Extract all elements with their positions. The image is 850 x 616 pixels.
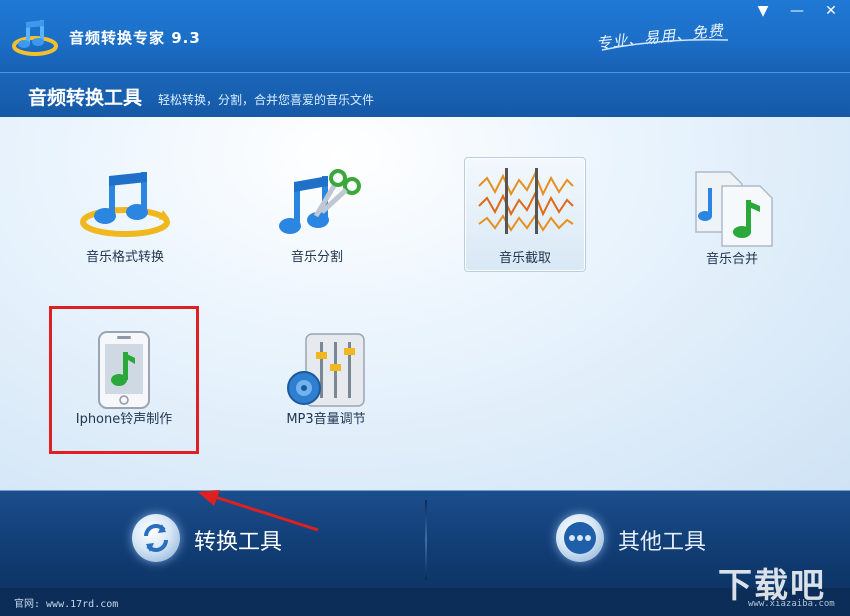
music-split-icon — [279, 169, 361, 234]
website-link[interactable]: 官网: www.17rd.com — [14, 595, 118, 610]
menu-button[interactable]: ▼ — [752, 2, 774, 20]
other-tools-label: 其他工具 — [618, 530, 707, 555]
slogan-swoosh-icon — [601, 38, 729, 51]
mp3-volume-icon — [287, 333, 365, 407]
other-tools-button[interactable]: 其他工具 — [556, 508, 736, 572]
tool-music-format-convert[interactable]: 音乐格式转换 — [65, 160, 185, 280]
music-merge-icon — [695, 171, 773, 247]
tool-label: 音乐截取 — [498, 251, 551, 266]
tool-label: MP3音量调节 — [286, 412, 366, 427]
section-header: 音频转换工具 轻松转换，分割，合并您喜爱的音乐文件 — [0, 72, 850, 118]
watermark-url: www.xiazaiba.com — [748, 599, 835, 609]
tool-label: 音乐合并 — [705, 252, 758, 267]
app-logo-icon — [12, 20, 58, 56]
minimize-button[interactable]: — — [786, 2, 808, 20]
title-bar: 音频转换专家 9.3 专业、易用、免费 ▼ — ✕ — [0, 0, 850, 72]
app-title: 音频转换专家 9.3 — [69, 29, 201, 47]
refresh-icon — [132, 514, 180, 562]
section-title: 音频转换工具 — [28, 87, 143, 109]
bottom-nav-divider — [425, 500, 427, 580]
music-convert-icon — [80, 172, 170, 237]
annotation-arrow-icon — [198, 490, 319, 532]
music-trim-icon — [478, 168, 574, 234]
tool-music-split[interactable]: 音乐分割 — [257, 160, 377, 280]
close-button[interactable]: ✕ — [820, 2, 842, 20]
tool-label: 音乐格式转换 — [85, 250, 164, 265]
tool-mp3-volume[interactable]: MP3音量调节 — [266, 322, 386, 442]
annotation-highlight-box — [49, 306, 199, 454]
more-dots-icon — [556, 514, 604, 562]
tool-music-trim[interactable]: 音乐截取 — [464, 157, 586, 272]
tool-music-merge[interactable]: 音乐合并 — [672, 160, 792, 280]
tool-label: 音乐分割 — [290, 250, 343, 265]
section-description: 轻松转换，分割，合并您喜爱的音乐文件 — [158, 93, 375, 107]
